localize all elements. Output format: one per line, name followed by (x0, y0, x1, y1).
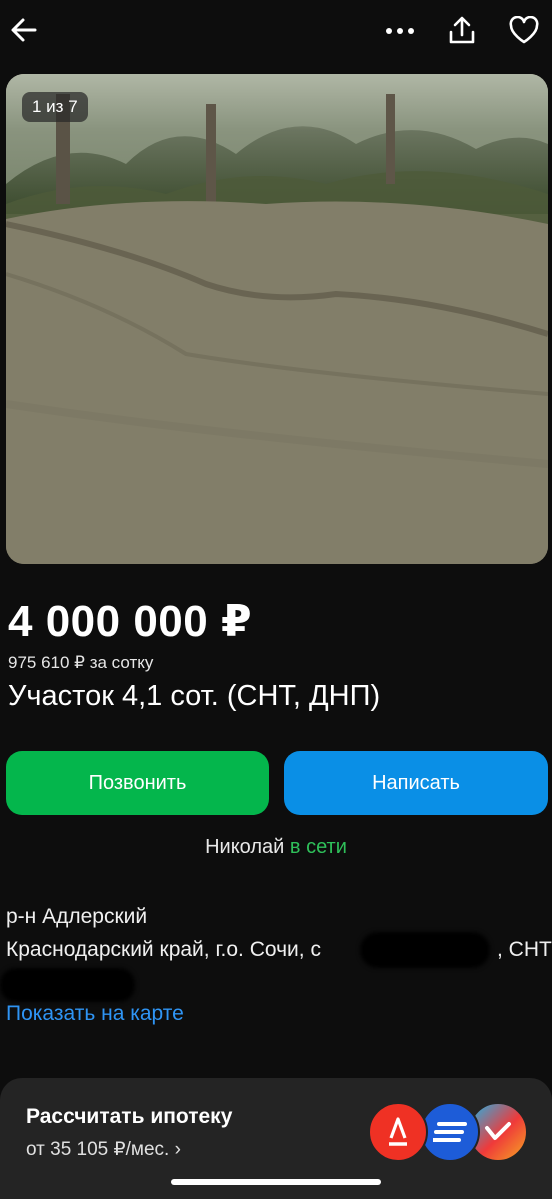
seller-name[interactable]: Николай (205, 836, 284, 858)
heart-icon (508, 15, 540, 49)
price-per-unit: 975 610 ₽ за сотку (8, 653, 154, 672)
mortgage-monthly-payment[interactable]: от 35 105 ₽/мес. › (26, 1138, 181, 1161)
bank-stripes-logo-icon (420, 1102, 480, 1162)
home-indicator[interactable] (171, 1179, 381, 1185)
alfa-bank-logo-icon (368, 1102, 428, 1162)
top-bar (0, 0, 552, 62)
write-button[interactable]: Написать (284, 751, 548, 815)
call-button[interactable]: Позвонить (6, 751, 269, 815)
more-button[interactable] (378, 10, 422, 54)
show-on-map-link[interactable]: Показать на карте (6, 1002, 184, 1026)
share-button[interactable] (440, 10, 484, 54)
address-tail: , СНТ (497, 938, 552, 961)
photo-counter: 1 из 7 (22, 92, 88, 122)
seller-online-status: в сети (289, 836, 347, 858)
listing-price: 4 000 000 ₽ (8, 597, 253, 646)
redacted-area (360, 932, 490, 968)
redacted-area (0, 968, 135, 1002)
more-dots-icon (385, 23, 415, 41)
listing-photo[interactable] (6, 74, 548, 564)
listing-title: Участок 4,1 сот. (СНТ, ДНП) (8, 680, 381, 712)
district-label: р-н Адлерский (6, 905, 148, 928)
land-plot-image (6, 74, 548, 564)
share-icon (448, 15, 476, 50)
mortgage-title[interactable]: Рассчитать ипотеку (26, 1105, 232, 1129)
favorite-button[interactable] (502, 10, 546, 54)
back-button[interactable] (2, 10, 46, 54)
address-line: Краснодарский край, г.о. Сочи, с (6, 938, 321, 961)
arrow-left-icon (10, 16, 38, 49)
seller-info[interactable]: Николай в сети (0, 836, 552, 859)
listing-page: 1 из 7 4 000 000 ₽ 975 610 ₽ за сотку Уч… (0, 0, 552, 1199)
